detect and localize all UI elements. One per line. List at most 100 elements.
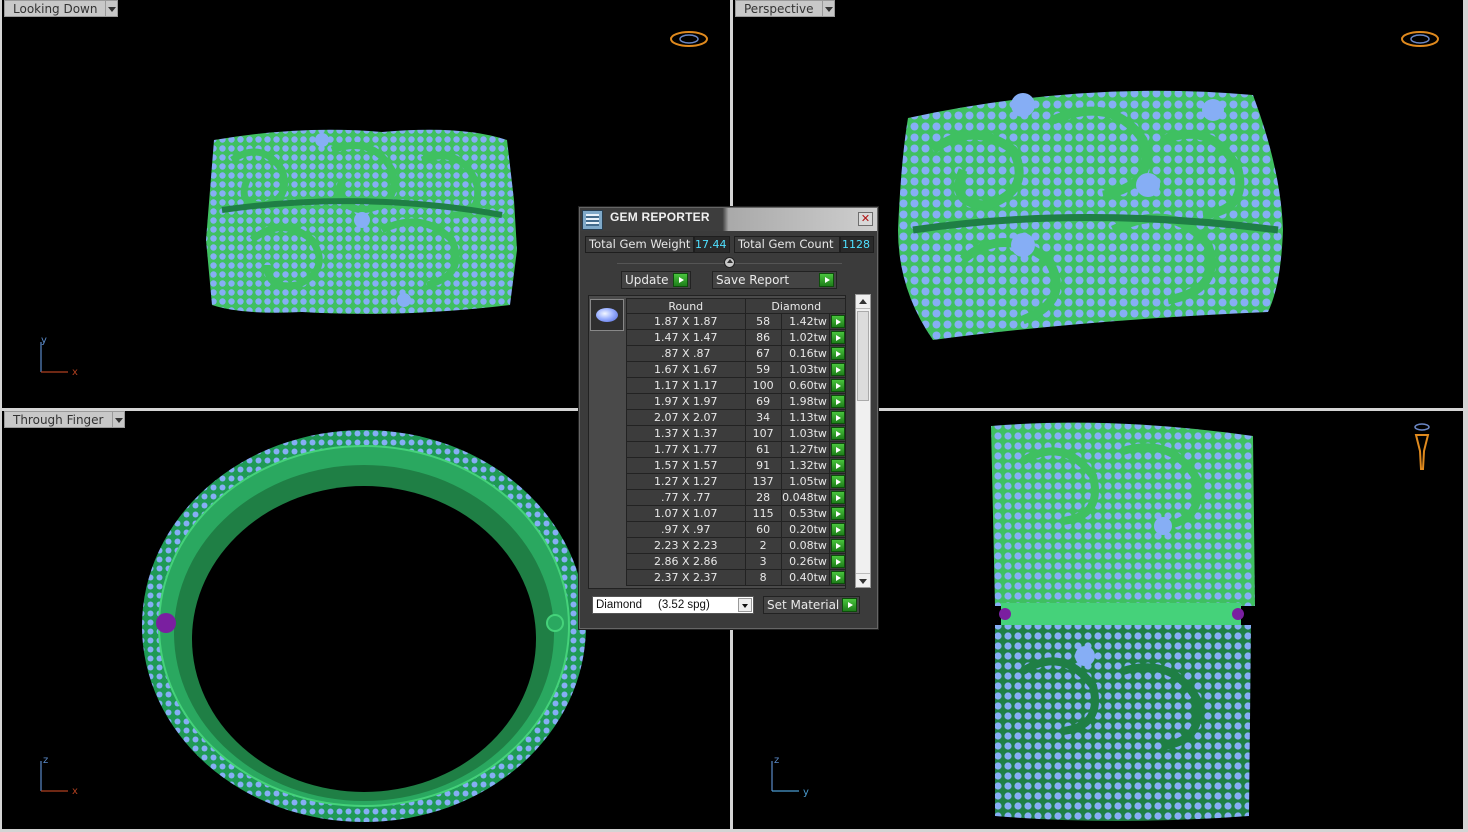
gem-list-scrollbar[interactable] <box>855 294 871 588</box>
gem-row[interactable]: 1.47 X 1.47 86 1.02tw <box>626 329 845 346</box>
select-gem-button[interactable] <box>828 329 845 346</box>
viewport-menu-dropdown-icon[interactable] <box>112 411 125 428</box>
scroll-up-icon[interactable] <box>856 295 870 309</box>
gem-size: 1.87 X 1.87 <box>626 313 746 330</box>
gem-count: 91 <box>744 457 782 474</box>
gem-row[interactable]: 2.23 X 2.23 2 0.08tw <box>626 537 845 554</box>
viewport-name: Looking Down <box>4 0 107 17</box>
gem-weight: 0.60tw <box>780 377 830 394</box>
scroll-thumb[interactable] <box>857 311 869 401</box>
gem-row[interactable]: .97 X .97 60 0.20tw <box>626 521 845 538</box>
select-gem-button[interactable] <box>828 521 845 538</box>
axis-z-label: z <box>774 755 779 766</box>
total-gem-weight-value: 17.44 <box>694 236 730 253</box>
gem-weight: 0.20tw <box>780 521 830 538</box>
gem-list[interactable]: Round Diamond 1.87 X 1.87 58 1.42tw 1.47 X … <box>588 295 846 589</box>
gem-weight: 1.13tw <box>780 409 830 426</box>
gem-size: .97 X .97 <box>626 521 746 538</box>
viewport-menu-dropdown-icon[interactable] <box>106 0 119 17</box>
gem-weight: 0.26tw <box>780 553 830 570</box>
gem-weight: 0.40tw <box>780 569 830 586</box>
select-gem-button[interactable] <box>828 569 845 586</box>
viewport-label-through-finger[interactable]: Through Finger <box>4 411 125 428</box>
gem-row[interactable]: 1.97 X 1.97 69 1.98tw <box>626 393 845 410</box>
navigation-cube-icon[interactable] <box>1400 28 1440 54</box>
close-icon[interactable]: ✕ <box>858 212 873 226</box>
viewport-label-perspective[interactable]: Perspective <box>735 0 835 17</box>
select-gem-button[interactable] <box>828 505 845 522</box>
play-arrow-icon <box>830 475 845 488</box>
select-gem-button[interactable] <box>828 409 845 426</box>
gem-size: 1.57 X 1.57 <box>626 457 746 474</box>
gem-size: 2.07 X 2.07 <box>626 409 746 426</box>
select-gem-button[interactable] <box>828 489 845 506</box>
gem-row[interactable]: .77 X .77 28 0.048tw <box>626 489 845 506</box>
navigation-cube-icon[interactable] <box>1412 421 1432 477</box>
material-select[interactable]: Diamond (3.52 spg) <box>592 596 754 614</box>
gem-row[interactable]: 1.77 X 1.77 61 1.27tw <box>626 441 845 458</box>
gem-count: 34 <box>744 409 782 426</box>
axis-triad-icon: z y <box>767 755 817 803</box>
gem-table: Round Diamond 1.87 X 1.87 58 1.42tw 1.47 X … <box>626 298 845 586</box>
axis-triad-icon: z x <box>36 755 86 803</box>
gem-count: 3 <box>744 553 782 570</box>
gem-row[interactable]: 1.57 X 1.57 91 1.32tw <box>626 457 845 474</box>
select-gem-button[interactable] <box>828 393 845 410</box>
gem-row[interactable]: 2.86 X 2.86 3 0.26tw <box>626 553 845 570</box>
select-gem-button[interactable] <box>828 313 845 330</box>
axis-x-label: x <box>72 786 78 797</box>
dialog-title: GEM REPORTER <box>610 210 710 224</box>
dialog-titlebar[interactable]: GEM REPORTER ✕ <box>580 208 877 231</box>
select-gem-button[interactable] <box>828 345 845 362</box>
gem-reporter-dialog[interactable]: GEM REPORTER ✕ Total Gem Weight 17.44 To… <box>578 206 879 630</box>
select-gem-button[interactable] <box>828 361 845 378</box>
update-button-label: Update <box>625 273 669 287</box>
axis-y-label: y <box>41 336 47 346</box>
play-arrow-icon <box>830 539 845 552</box>
gem-count: 61 <box>744 441 782 458</box>
gem-count: 60 <box>744 521 782 538</box>
column-shape: Round <box>626 298 746 314</box>
total-gem-count-label: Total Gem Count <box>734 236 840 253</box>
select-gem-button[interactable] <box>828 457 845 474</box>
gem-row[interactable]: 1.07 X 1.07 115 0.53tw <box>626 505 845 522</box>
save-report-button[interactable]: Save Report <box>712 271 837 289</box>
gem-row[interactable]: 1.87 X 1.87 58 1.42tw <box>626 313 845 330</box>
set-material-button[interactable]: Set Material <box>763 596 860 614</box>
gem-row[interactable]: 1.67 X 1.67 59 1.03tw <box>626 361 845 378</box>
play-arrow-icon <box>673 273 688 287</box>
play-arrow-icon <box>830 363 845 376</box>
select-gem-button[interactable] <box>828 473 845 490</box>
gem-size: 1.97 X 1.97 <box>626 393 746 410</box>
navigation-cube-icon[interactable] <box>669 28 709 54</box>
scroll-down-icon[interactable] <box>856 573 870 587</box>
gem-row[interactable]: 2.37 X 2.37 8 0.40tw <box>626 569 845 586</box>
gem-row[interactable]: 1.37 X 1.37 107 1.03tw <box>626 425 845 442</box>
select-gem-button[interactable] <box>828 377 845 394</box>
select-gem-button[interactable] <box>828 441 845 458</box>
gem-weight: 1.98tw <box>780 393 830 410</box>
gem-row[interactable]: 1.17 X 1.17 100 0.60tw <box>626 377 845 394</box>
gem-count: 2 <box>744 537 782 554</box>
collapse-toggle-icon[interactable] <box>724 257 735 268</box>
gem-row[interactable]: 2.07 X 2.07 34 1.13tw <box>626 409 845 426</box>
select-gem-button[interactable] <box>828 425 845 442</box>
gem-weight: 0.048tw <box>780 489 830 506</box>
viewport-menu-dropdown-icon[interactable] <box>822 0 835 17</box>
gem-row[interactable]: 1.27 X 1.27 137 1.05tw <box>626 473 845 490</box>
gem-weight: 1.05tw <box>780 473 830 490</box>
play-arrow-icon <box>819 273 834 287</box>
axis-z-label: z <box>43 755 48 766</box>
viewport-label-looking-down[interactable]: Looking Down <box>4 0 119 17</box>
update-button[interactable]: Update <box>621 271 691 289</box>
viewport-name: Through Finger <box>4 411 113 428</box>
play-arrow-icon <box>830 491 845 504</box>
select-gem-button[interactable] <box>828 537 845 554</box>
play-arrow-icon <box>830 347 845 360</box>
gem-row[interactable]: .87 X .87 67 0.16tw <box>626 345 845 362</box>
play-arrow-icon <box>830 427 845 440</box>
play-arrow-icon <box>830 443 845 456</box>
select-gem-button[interactable] <box>828 553 845 570</box>
chevron-down-icon[interactable] <box>738 598 752 612</box>
round-gem-thumbnail[interactable] <box>590 299 624 331</box>
